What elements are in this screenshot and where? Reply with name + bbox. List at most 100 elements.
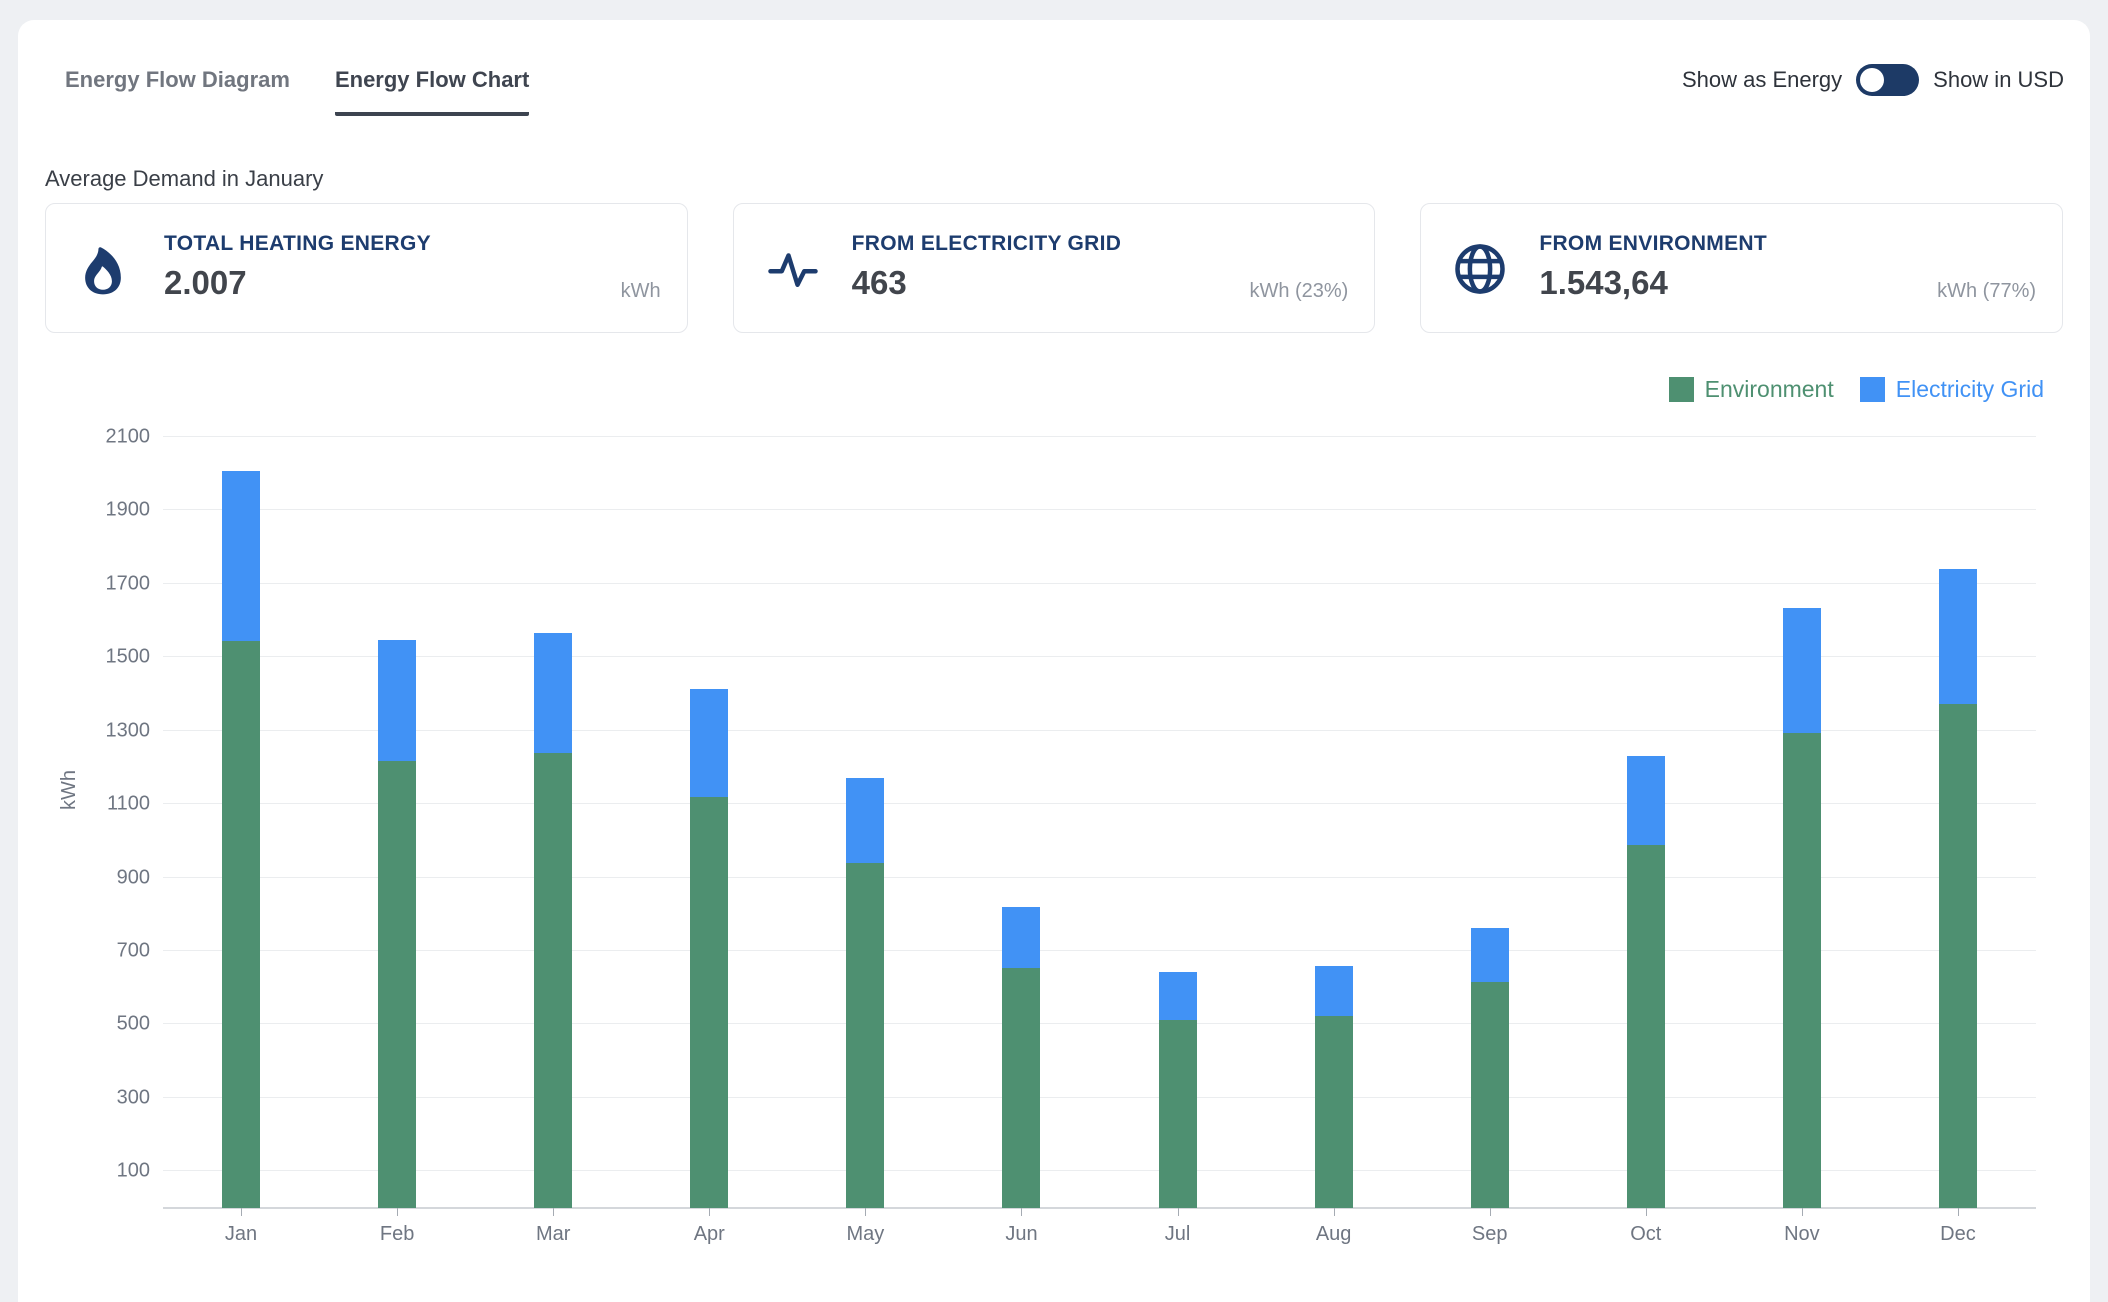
bar-electricity-grid-oct[interactable] xyxy=(1627,756,1665,844)
bar-electricity-grid-feb[interactable] xyxy=(378,640,416,761)
tab-energy-flow-chart[interactable]: Energy Flow Chart xyxy=(335,67,529,116)
bar-environment-nov[interactable] xyxy=(1783,733,1821,1208)
bar-environment-dec[interactable] xyxy=(1939,704,1977,1208)
x-tick-label-oct: Oct xyxy=(1630,1223,1661,1246)
y-tick-label: 2100 xyxy=(80,426,150,449)
gridline xyxy=(163,583,2036,584)
card-title: TOTAL HEATING ENERGY xyxy=(164,232,431,256)
globe-icon xyxy=(1453,242,1505,332)
gridline xyxy=(163,803,2036,804)
stat-cards: TOTAL HEATING ENERGY 2.007 kWh FROM ELEC… xyxy=(45,203,2063,333)
card-title: FROM ENVIRONMENT xyxy=(1539,232,1767,256)
bar-electricity-grid-nov[interactable] xyxy=(1783,608,1821,733)
card-value: 2.007 xyxy=(164,264,431,302)
gridline xyxy=(163,1170,2036,1171)
bar-electricity-grid-mar[interactable] xyxy=(534,633,572,752)
x-tick-label-dec: Dec xyxy=(1940,1223,1976,1246)
gridline xyxy=(163,1023,2036,1024)
card-title: FROM ELECTRICITY GRID xyxy=(852,232,1122,256)
bar-electricity-grid-sep[interactable] xyxy=(1471,928,1509,982)
y-tick-label: 1900 xyxy=(80,499,150,522)
y-tick-label: 100 xyxy=(80,1160,150,1183)
x-tick-label-sep: Sep xyxy=(1472,1223,1508,1246)
x-tick-label-jan: Jan xyxy=(225,1223,257,1246)
x-tick-label-jul: Jul xyxy=(1165,1223,1191,1246)
bar-electricity-grid-jun[interactable] xyxy=(1002,907,1040,968)
y-tick-label: 300 xyxy=(80,1086,150,1109)
legend-swatch-electricity-grid xyxy=(1860,377,1885,402)
y-tick-label: 1100 xyxy=(80,793,150,816)
card-from-environment: FROM ENVIRONMENT 1.543,64 kWh (77%) xyxy=(1420,203,2063,333)
x-axis-line xyxy=(163,1207,2036,1209)
card-total-heating-energy: TOTAL HEATING ENERGY 2.007 kWh xyxy=(45,203,688,333)
y-axis-title: kWh xyxy=(58,770,81,810)
bar-electricity-grid-jul[interactable] xyxy=(1159,972,1197,1020)
y-tick-label: 1300 xyxy=(80,719,150,742)
x-tick xyxy=(397,1208,398,1216)
x-tick-label-nov: Nov xyxy=(1784,1223,1820,1246)
y-tick-label: 1500 xyxy=(80,646,150,669)
plot-area: 100300500700900110013001500170019002100J… xyxy=(163,437,2036,1208)
x-tick xyxy=(1490,1208,1491,1216)
x-tick-label-aug: Aug xyxy=(1316,1223,1352,1246)
bar-environment-feb[interactable] xyxy=(378,761,416,1208)
gridline xyxy=(163,877,2036,878)
x-tick xyxy=(553,1208,554,1216)
toggle-right-label: Show in USD xyxy=(1933,67,2064,93)
x-tick xyxy=(709,1208,710,1216)
legend-label: Electricity Grid xyxy=(1896,376,2044,403)
y-tick-label: 500 xyxy=(80,1013,150,1036)
card-from-electricity-grid: FROM ELECTRICITY GRID 463 kWh (23%) xyxy=(733,203,1376,333)
x-tick-label-apr: Apr xyxy=(694,1223,725,1246)
gridline xyxy=(163,656,2036,657)
y-tick-label: 900 xyxy=(80,866,150,889)
gridline xyxy=(163,509,2036,510)
x-tick xyxy=(1021,1208,1022,1216)
bar-environment-apr[interactable] xyxy=(690,797,728,1208)
legend-label: Environment xyxy=(1705,376,1834,403)
activity-icon xyxy=(766,242,818,332)
x-tick xyxy=(1646,1208,1647,1216)
x-tick xyxy=(865,1208,866,1216)
card-unit: kWh (23%) xyxy=(1249,280,1348,303)
card-unit: kWh xyxy=(621,280,661,303)
section-title: Average Demand in January xyxy=(45,166,323,192)
bar-environment-jun[interactable] xyxy=(1002,968,1040,1208)
tab-bar: Energy Flow Diagram Energy Flow Chart xyxy=(65,67,529,116)
energy-usd-toggle[interactable] xyxy=(1856,64,1919,96)
gridline xyxy=(163,730,2036,731)
bar-electricity-grid-dec[interactable] xyxy=(1939,569,1977,704)
bar-environment-aug[interactable] xyxy=(1315,1016,1353,1208)
bar-environment-sep[interactable] xyxy=(1471,982,1509,1208)
legend-swatch-environment xyxy=(1669,377,1694,402)
x-tick xyxy=(1802,1208,1803,1216)
bar-environment-may[interactable] xyxy=(846,863,884,1208)
card-value: 463 xyxy=(852,264,1122,302)
x-tick-label-mar: Mar xyxy=(536,1223,570,1246)
card-unit: kWh (77%) xyxy=(1937,280,2036,303)
unit-toggle-row: Show as Energy Show in USD xyxy=(1682,64,2064,96)
bar-environment-mar[interactable] xyxy=(534,753,572,1208)
toggle-knob xyxy=(1860,68,1884,92)
x-tick xyxy=(1958,1208,1959,1216)
gridline xyxy=(163,1097,2036,1098)
x-tick-label-feb: Feb xyxy=(380,1223,414,1246)
x-tick xyxy=(1178,1208,1179,1216)
legend-item-electricity-grid[interactable]: Electricity Grid xyxy=(1860,376,2044,403)
bar-environment-oct[interactable] xyxy=(1627,845,1665,1208)
bar-electricity-grid-apr[interactable] xyxy=(690,689,728,797)
chart-legend: Environment Electricity Grid xyxy=(1669,376,2044,403)
x-tick-label-jun: Jun xyxy=(1005,1223,1037,1246)
gridline xyxy=(163,436,2036,437)
bar-environment-jul[interactable] xyxy=(1159,1020,1197,1208)
x-tick-label-may: May xyxy=(846,1223,884,1246)
bar-electricity-grid-aug[interactable] xyxy=(1315,966,1353,1015)
tab-energy-flow-diagram[interactable]: Energy Flow Diagram xyxy=(65,67,290,116)
flame-icon xyxy=(78,242,130,332)
main-panel: Energy Flow Diagram Energy Flow Chart Sh… xyxy=(18,20,2090,1302)
legend-item-environment[interactable]: Environment xyxy=(1669,376,1834,403)
bar-electricity-grid-may[interactable] xyxy=(846,778,884,862)
y-tick-label: 700 xyxy=(80,940,150,963)
bar-electricity-grid-jan[interactable] xyxy=(222,471,260,641)
bar-environment-jan[interactable] xyxy=(222,641,260,1208)
